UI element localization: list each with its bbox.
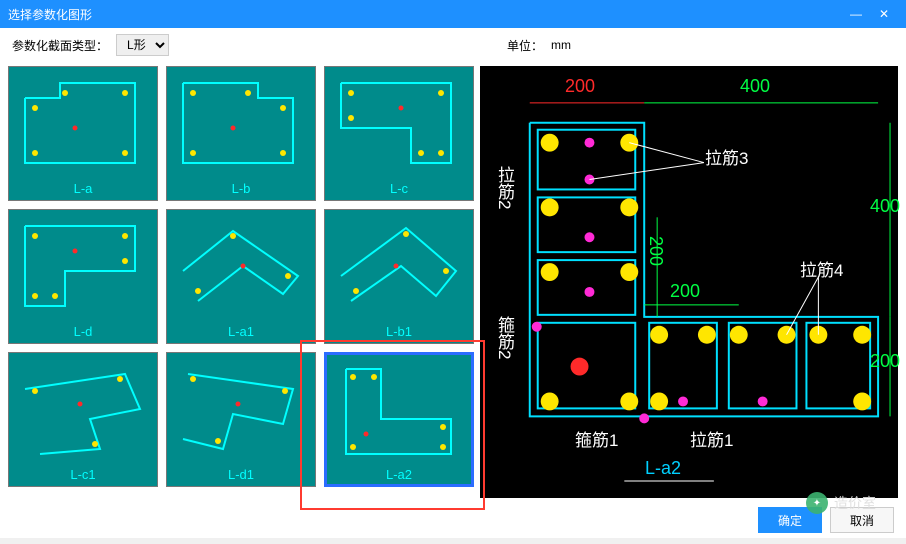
thumb-label: L-c xyxy=(390,181,408,196)
dim-top-left: 200 xyxy=(565,76,595,97)
wechat-icon: ✦ xyxy=(806,492,828,514)
thumb-L-b1[interactable]: L-b1 xyxy=(324,209,474,344)
label-lajin3: 拉筋3 xyxy=(705,144,748,169)
type-select[interactable]: L形 xyxy=(116,34,169,56)
toolbar: 参数化截面类型： L形 单位： mm xyxy=(0,28,906,62)
preview-name: L-a2 xyxy=(645,458,681,479)
close-button[interactable]: ✕ xyxy=(870,7,898,21)
thumb-L-a1[interactable]: L-a1 xyxy=(166,209,316,344)
unit-label: 单位： xyxy=(507,37,543,54)
dim-right-bottom: 200 xyxy=(870,351,900,372)
label-gujin2: 箍筋2 xyxy=(492,316,517,359)
type-label: 参数化截面类型： xyxy=(12,37,108,54)
thumb-label: L-a xyxy=(74,181,93,196)
thumb-label: L-a2 xyxy=(386,467,412,482)
thumb-L-d1[interactable]: L-d1 xyxy=(166,352,316,487)
label-lajin2: 拉筋2 xyxy=(492,166,517,209)
thumb-L-b[interactable]: L-b xyxy=(166,66,316,201)
thumb-label: L-d1 xyxy=(228,467,254,482)
title-bar: 选择参数化图形 — ✕ xyxy=(0,0,906,28)
thumb-label: L-d xyxy=(74,324,93,339)
preview-canvas: 200 400 400 200 200 200 拉筋2 箍筋2 拉筋3 拉筋4 … xyxy=(480,66,898,498)
window-title: 选择参数化图形 xyxy=(8,6,92,23)
thumb-label: L-b1 xyxy=(386,324,412,339)
watermark-text: 造价室 xyxy=(834,493,876,513)
dim-mid-h: 200 xyxy=(670,281,700,302)
label-gujin1: 箍筋1 xyxy=(575,426,618,451)
thumb-L-c1[interactable]: L-c1 xyxy=(8,352,158,487)
dim-right-top: 400 xyxy=(870,196,900,217)
watermark: ✦ 造价室 xyxy=(806,492,876,514)
label-lajin4: 拉筋4 xyxy=(800,256,843,281)
thumb-L-a2[interactable]: L-a2 xyxy=(324,352,474,487)
content: L-a L-b L-c L-d L-a1 L-b1 L-c1 L-d1 xyxy=(0,62,906,502)
thumb-label: L-b xyxy=(232,181,251,196)
thumb-label: L-c1 xyxy=(70,467,95,482)
thumb-L-a[interactable]: L-a xyxy=(8,66,158,201)
thumbnail-grid: L-a L-b L-c L-d L-a1 L-b1 L-c1 L-d1 xyxy=(8,66,474,498)
thumb-L-d[interactable]: L-d xyxy=(8,209,158,344)
dim-mid-v: 200 xyxy=(645,236,666,266)
dim-top-right: 400 xyxy=(740,76,770,97)
thumb-L-c[interactable]: L-c xyxy=(324,66,474,201)
thumb-label: L-a1 xyxy=(228,324,254,339)
label-lajin1: 拉筋1 xyxy=(690,426,733,451)
footer: 确定 取消 xyxy=(0,502,906,538)
minimize-button[interactable]: — xyxy=(842,7,870,21)
unit-value: mm xyxy=(551,38,571,52)
